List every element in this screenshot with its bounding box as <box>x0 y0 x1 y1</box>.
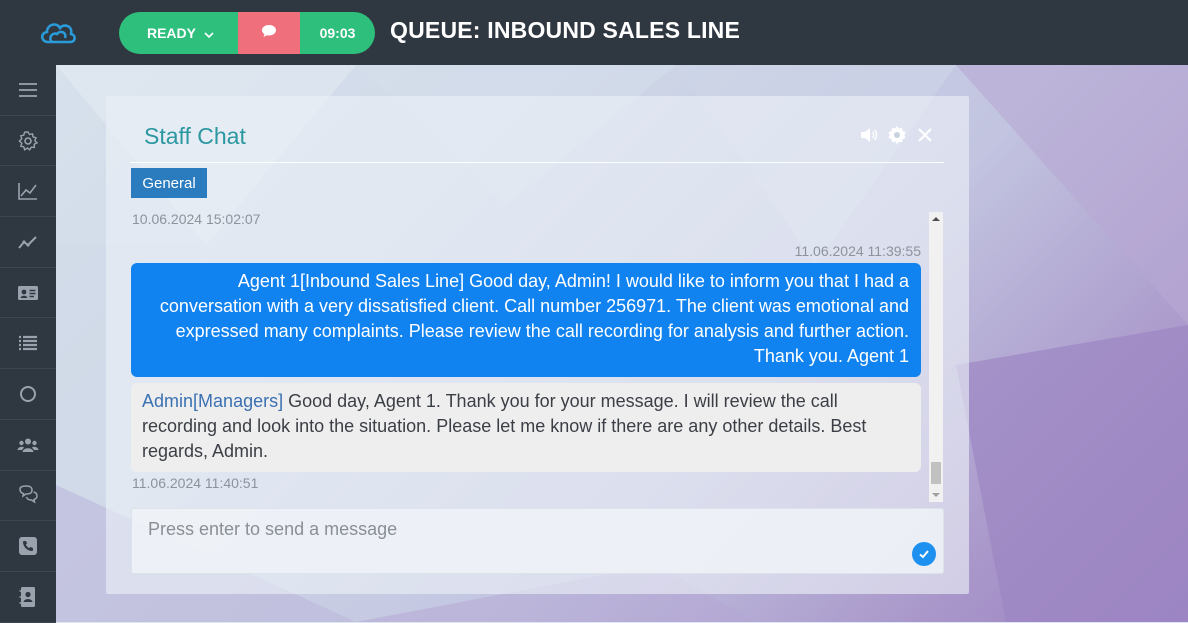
area-chart-icon <box>18 183 37 201</box>
status-timer: 09:03 <box>300 12 375 54</box>
status-label: READY <box>146 25 196 41</box>
gear-icon <box>18 130 39 151</box>
chat-bubbles-icon <box>19 485 38 504</box>
panel-actions <box>859 125 935 145</box>
main-area: Staff Chat General 10.06.2024 15:02:07 1… <box>56 65 1188 622</box>
message-timestamp: 11.06.2024 11:39:55 <box>794 243 921 259</box>
message-group-name: Managers <box>198 391 279 411</box>
sidebar-item-status[interactable] <box>0 369 56 420</box>
panel-title: Staff Chat <box>144 123 246 149</box>
sidebar-item-settings[interactable] <box>0 116 56 167</box>
gear-icon[interactable] <box>887 125 907 145</box>
message-timestamp: 11.06.2024 11:40:51 <box>132 475 259 491</box>
sidebar-item-menu[interactable] <box>0 65 56 116</box>
chat-bubble-icon <box>261 24 277 43</box>
scroll-down-arrow-icon[interactable] <box>929 488 943 502</box>
sidebar-item-trends[interactable] <box>0 217 56 268</box>
line-chart-icon <box>18 236 37 249</box>
sidebar-item-team[interactable] <box>0 420 56 471</box>
incoming-message: Admin[Managers] Good day, Agent 1. Thank… <box>131 383 921 472</box>
outgoing-message: Agent 1[Inbound Sales Line] Good day, Ad… <box>131 263 921 377</box>
sidebar-item-contacts[interactable] <box>0 268 56 319</box>
staff-chat-panel: Staff Chat General 10.06.2024 15:02:07 1… <box>106 96 969 594</box>
check-icon <box>919 550 929 559</box>
chat-status-button[interactable] <box>238 12 300 54</box>
address-book-icon <box>19 586 35 607</box>
sidebar-item-phone[interactable] <box>0 521 56 572</box>
contact-card-icon <box>18 285 38 300</box>
close-icon[interactable] <box>915 125 935 145</box>
sidebar-item-chat[interactable] <box>0 471 56 522</box>
users-icon <box>17 438 39 452</box>
tab-general[interactable]: General <box>131 168 207 198</box>
volume-icon[interactable] <box>859 125 879 145</box>
sidebar-item-address-book[interactable] <box>0 572 56 623</box>
sidebar <box>0 65 56 623</box>
cloud-logo-icon[interactable] <box>38 14 78 50</box>
status-dropdown[interactable]: READY <box>119 12 238 54</box>
menu-icon <box>19 82 37 97</box>
queue-title: QUEUE: INBOUND SALES LINE <box>390 17 741 43</box>
message-input[interactable] <box>132 509 943 573</box>
sidebar-item-list[interactable] <box>0 318 56 370</box>
agent-status-group: READY 09:03 <box>119 12 375 54</box>
scroll-thumb[interactable] <box>931 462 941 484</box>
send-button[interactable] <box>912 542 936 566</box>
phone-icon <box>19 537 37 556</box>
circle-icon <box>20 385 36 402</box>
message-input-box <box>131 508 944 574</box>
top-bar: READY 09:03 QUEUE: INBOUND SALES LINE <box>0 0 1188 65</box>
timestamp: 10.06.2024 15:02:07 <box>132 211 261 227</box>
divider <box>130 162 944 163</box>
list-icon <box>19 336 37 351</box>
chevron-down-icon <box>204 25 214 41</box>
message-scrollbar[interactable] <box>929 212 943 502</box>
message-group[interactable]: [Managers] <box>193 391 283 411</box>
message-author[interactable]: Admin <box>142 391 193 411</box>
scroll-up-arrow-icon[interactable] <box>929 212 943 226</box>
message-list: 11.06.2024 11:39:55 Agent 1[Inbound Sale… <box>131 236 921 496</box>
sidebar-item-analytics[interactable] <box>0 166 56 218</box>
